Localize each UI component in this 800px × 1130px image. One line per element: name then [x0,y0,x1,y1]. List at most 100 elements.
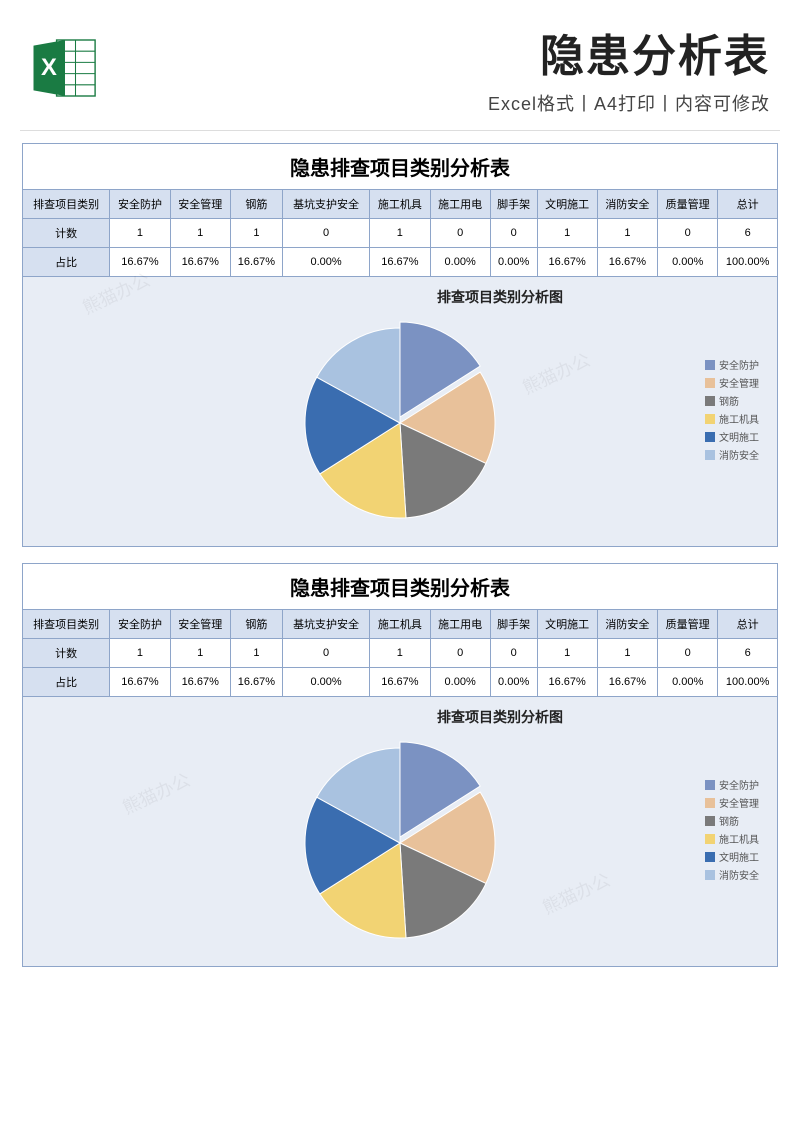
legend-item: 钢筋 [705,813,759,828]
cell: 16.67% [597,668,657,697]
row-label: 计数 [23,219,110,248]
pie-chart: 安全防护16%安全管理16%钢筋17%施工机具17%文明施工17%消防安全17% [240,733,560,953]
col-header: 施工机具 [370,610,430,639]
sheet-2: 隐患排查项目类别分析表 排查项目类别安全防护安全管理钢筋基坑支护安全施工机具施工… [22,563,778,967]
page-subtitle: Excel格式丨A4打印丨内容可修改 [120,90,770,116]
table-row: 占比16.67%16.67%16.67%0.00%16.67%0.00%0.00… [23,668,778,697]
pie-chart: 安全防护16%安全管理16%钢筋17%施工机具17%文明施工17%消防安全17% [240,313,560,533]
legend-label: 施工机具 [719,411,759,426]
cell: 0 [282,639,369,668]
col-header: 质量管理 [658,610,718,639]
col-header: 文明施工 [537,190,597,219]
cell: 1 [230,639,282,668]
cell: 0 [430,219,490,248]
legend-label: 安全管理 [719,795,759,810]
cell: 0 [430,639,490,668]
legend-swatch [705,360,715,370]
cell: 6 [718,639,778,668]
legend-label: 钢筋 [719,813,739,828]
col-header: 消防安全 [597,190,657,219]
cell: 100.00% [718,668,778,697]
cell: 0.00% [490,248,537,277]
cell: 0.00% [430,248,490,277]
legend-item: 文明施工 [705,849,759,864]
table-row: 计数11101001106 [23,219,778,248]
col-header: 安全管理 [170,610,230,639]
col-header: 排查项目类别 [23,190,110,219]
cell: 1 [537,219,597,248]
cell: 1 [170,639,230,668]
col-header: 安全防护 [110,610,170,639]
sheet-title: 隐患排查项目类别分析表 [22,563,778,609]
legend-swatch [705,450,715,460]
col-header: 钢筋 [230,190,282,219]
legend-label: 安全管理 [719,375,759,390]
cell: 1 [170,219,230,248]
row-label: 计数 [23,639,110,668]
legend-label: 钢筋 [719,393,739,408]
cell: 0.00% [658,668,718,697]
legend-label: 施工机具 [719,831,759,846]
divider [20,130,780,131]
page-header: X 隐患分析表 Excel格式丨A4打印丨内容可修改 [0,0,800,126]
legend-swatch [705,852,715,862]
cell: 1 [370,219,430,248]
legend-swatch [705,432,715,442]
col-header: 质量管理 [658,190,718,219]
legend-item: 文明施工 [705,429,759,444]
cell: 0.00% [430,668,490,697]
legend-swatch [705,396,715,406]
legend-item: 施工机具 [705,831,759,846]
legend-item: 安全防护 [705,357,759,372]
legend-item: 安全管理 [705,375,759,390]
data-table: 排查项目类别安全防护安全管理钢筋基坑支护安全施工机具施工用电脚手架文明施工消防安… [22,609,778,697]
col-header: 施工用电 [430,190,490,219]
cell: 16.67% [170,668,230,697]
legend-swatch [705,780,715,790]
cell: 1 [110,639,170,668]
legend-label: 消防安全 [719,867,759,882]
cell: 100.00% [718,248,778,277]
cell: 0.00% [658,248,718,277]
legend-item: 消防安全 [705,867,759,882]
col-header: 施工机具 [370,190,430,219]
row-label: 占比 [23,248,110,277]
table-row: 占比16.67%16.67%16.67%0.00%16.67%0.00%0.00… [23,248,778,277]
row-label: 占比 [23,668,110,697]
cell: 0.00% [282,668,369,697]
legend-label: 消防安全 [719,447,759,462]
cell: 0 [490,639,537,668]
col-header: 基坑支护安全 [282,190,369,219]
col-header: 总计 [718,610,778,639]
cell: 0.00% [282,248,369,277]
chart-title: 排查项目类别分析图 [235,287,765,307]
col-header: 基坑支护安全 [282,610,369,639]
legend-item: 安全管理 [705,795,759,810]
cell: 16.67% [110,248,170,277]
cell: 0 [490,219,537,248]
col-header: 总计 [718,190,778,219]
col-header: 安全防护 [110,190,170,219]
legend-swatch [705,834,715,844]
col-header: 脚手架 [490,610,537,639]
cell: 0.00% [490,668,537,697]
legend-swatch [705,798,715,808]
svg-text:X: X [41,54,57,81]
cell: 1 [230,219,282,248]
cell: 1 [597,219,657,248]
col-header: 排查项目类别 [23,610,110,639]
cell: 16.67% [537,248,597,277]
chart-area-1: 排查项目类别分析图 安全防护16%安全管理16%钢筋17%施工机具17%文明施工… [22,277,778,547]
legend-item: 消防安全 [705,447,759,462]
sheet-title: 隐患排查项目类别分析表 [22,143,778,189]
col-header: 脚手架 [490,190,537,219]
col-header: 施工用电 [430,610,490,639]
legend-label: 安全防护 [719,357,759,372]
legend-label: 安全防护 [719,777,759,792]
cell: 16.67% [110,668,170,697]
excel-icon: X [30,33,100,103]
chart-legend: 安全防护安全管理钢筋施工机具文明施工消防安全 [705,357,759,465]
cell: 1 [537,639,597,668]
cell: 0 [658,219,718,248]
legend-item: 施工机具 [705,411,759,426]
